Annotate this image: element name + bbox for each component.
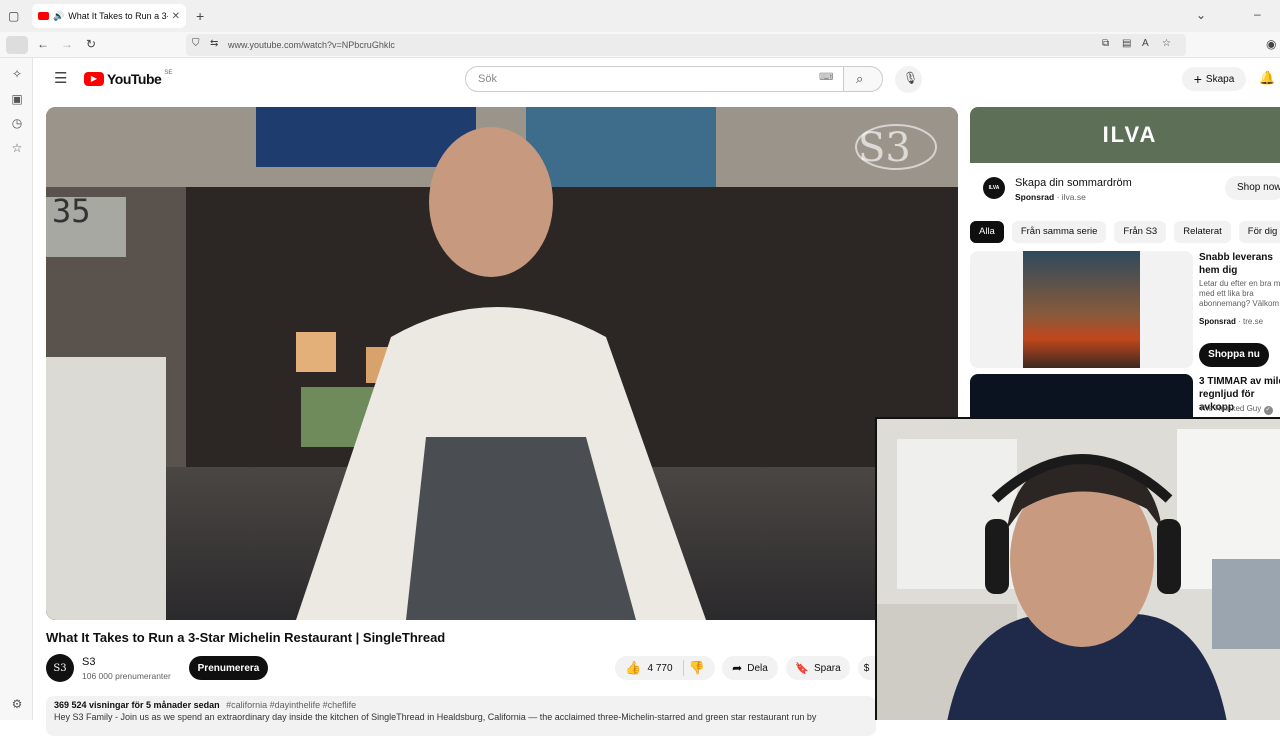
collections-icon[interactable]: ▣ xyxy=(9,91,25,107)
region-code: SE xyxy=(164,70,173,76)
channel-name[interactable]: S3 xyxy=(82,656,95,668)
favorites-icon[interactable]: ☆ xyxy=(9,140,25,156)
subscriber-count: 106 000 prenumeranter xyxy=(82,671,171,681)
ad-sponsor-label: Sponsrad xyxy=(1015,192,1055,202)
tab-title: What It Takes to Run a 3-St xyxy=(68,11,168,21)
webcam-overlay xyxy=(875,417,1280,720)
chip-related[interactable]: Relaterat xyxy=(1174,221,1231,243)
rec-domain-1: tre.se xyxy=(1243,317,1264,326)
url-text: www.youtube.com/watch?v=NPbcruGhklc xyxy=(228,40,395,50)
translate-icon[interactable]: A xyxy=(1142,39,1149,49)
new-tab-icon[interactable]: + xyxy=(196,9,204,23)
create-label: Skapa xyxy=(1205,73,1235,85)
search-input[interactable]: Sök xyxy=(465,66,849,92)
security-shield-icon[interactable]: ⛉ xyxy=(192,39,200,49)
share-arrow-icon: ➦ xyxy=(732,661,743,675)
rec-channel-line-2: The Relaxed Guy ✓ xyxy=(1199,404,1273,415)
rec-channel-2[interactable]: The Relaxed Guy xyxy=(1199,404,1261,413)
subscribe-button[interactable]: Prenumerera xyxy=(189,656,268,680)
youtube-play-logo-icon: ▶ xyxy=(84,72,104,86)
forward-icon[interactable]: → xyxy=(61,38,73,50)
close-tab-icon[interactable]: ✕ xyxy=(172,11,180,22)
keyboard-icon[interactable]: ⌨ xyxy=(819,73,833,83)
ad-logo[interactable]: ILVA xyxy=(983,177,1005,199)
save-label: Spara xyxy=(814,662,841,674)
ad-title[interactable]: Skapa din sommardröm xyxy=(1015,177,1132,189)
views-and-date: 369 524 visningar för 5 månader sedan xyxy=(54,700,220,710)
recommendation-chips: Alla Från samma serie Från S3 Relaterat … xyxy=(970,221,1280,243)
tab-list-chevron-icon[interactable]: ⌄ xyxy=(1196,9,1206,21)
sidebar-toggle-icon[interactable] xyxy=(6,36,28,54)
description-box[interactable]: 369 524 visningar för 5 månader sedan #c… xyxy=(46,696,876,736)
reload-icon[interactable]: ↻ xyxy=(86,38,96,50)
chip-all[interactable]: Alla xyxy=(970,221,1004,243)
wall-clock-digits: 35 xyxy=(52,192,91,230)
browser-tab[interactable]: 🔊 What It Takes to Run a 3-St ✕ xyxy=(32,4,186,28)
video-frame xyxy=(46,107,958,620)
rec-desc-1: Letar du efter en bra m med ett lika bra… xyxy=(1199,279,1280,308)
browser-sidebar: ✧ ▣ ◷ ☆ ⚙ xyxy=(0,58,33,720)
rec-thumbnail-1[interactable] xyxy=(970,251,1193,368)
rec-cta-button-1[interactable]: Shoppa nu xyxy=(1199,343,1269,367)
picture-in-picture-icon[interactable]: ⧉ xyxy=(1102,39,1109,49)
tent-thumbnail-image xyxy=(1023,251,1140,368)
address-bar-row: ← → ↻ ⛉ ⇆ www.youtube.com/watch?v=NPbcru… xyxy=(0,32,1280,58)
ad-banner[interactable]: ILVA xyxy=(970,107,1280,163)
reader-view-icon[interactable]: ▤ xyxy=(1122,39,1131,49)
ad-cta-button[interactable]: Shop now xyxy=(1225,176,1280,200)
plus-icon: + xyxy=(1193,71,1202,87)
microphone-icon: 🎙 xyxy=(903,71,919,85)
bookmark-star-icon[interactable]: ☆ xyxy=(1162,39,1171,49)
back-icon[interactable]: ← xyxy=(37,38,49,50)
tab-strip: ▢ 🔊 What It Takes to Run a 3-St ✕ + ⌄ – xyxy=(0,0,1280,32)
hashtags[interactable]: #california #dayinthelife #cheflife xyxy=(226,700,356,710)
save-button[interactable]: 🔖 Spara xyxy=(786,656,850,680)
video-player[interactable]: S3 35 xyxy=(46,107,958,620)
verified-check-icon: ✓ xyxy=(1263,406,1273,415)
thumbs-down-icon: 👎 xyxy=(688,660,705,675)
rec-sponsor-label-1: Sponsrad xyxy=(1199,317,1236,326)
like-button[interactable]: 👍 4 770 xyxy=(625,660,684,676)
menu-hamburger-icon[interactable]: ☰ xyxy=(54,71,67,86)
thumbs-up-icon: 👍 xyxy=(625,660,642,675)
ad-domain: ilva.se xyxy=(1061,192,1086,202)
ad-sponsor-line: Sponsrad · ilva.se xyxy=(1015,192,1086,202)
currency-icon: $ xyxy=(863,662,870,674)
thanks-button[interactable]: $ xyxy=(858,656,875,680)
dislike-button[interactable]: 👎 xyxy=(689,660,705,676)
channel-watermark: S3 xyxy=(858,125,911,171)
webcam-frame xyxy=(877,419,1280,720)
youtube-logo-text: YouTube xyxy=(107,71,162,87)
channel-avatar[interactable]: S3 xyxy=(46,654,74,682)
like-dislike-group: 👍 4 770 👎 xyxy=(615,656,715,680)
notifications-bell-icon[interactable]: 🔔 xyxy=(1259,71,1275,84)
chip-from-s3[interactable]: Från S3 xyxy=(1114,221,1167,243)
copilot-sparkle-icon[interactable]: ✧ xyxy=(9,66,25,82)
rec-thumbnail-2[interactable] xyxy=(970,374,1193,417)
share-button[interactable]: ➦ Dela xyxy=(722,656,778,680)
minimize-icon[interactable]: – xyxy=(1254,8,1261,20)
rec-title-1[interactable]: Snabb leverans hem dig xyxy=(1199,251,1280,277)
voice-search-button[interactable]: 🎙 xyxy=(895,66,922,93)
youtube-favicon-icon xyxy=(38,12,49,20)
rec-sponsor-line-1: Sponsrad · tre.se xyxy=(1199,317,1264,326)
like-count: 4 770 xyxy=(647,662,673,674)
save-playlist-icon: 🔖 xyxy=(795,662,809,675)
history-icon[interactable]: ◷ xyxy=(9,115,25,131)
search-icon: ⌕ xyxy=(856,71,864,86)
chip-for-you[interactable]: För dig xyxy=(1238,221,1280,243)
share-label: Dela xyxy=(747,662,768,674)
create-button[interactable]: + Skapa xyxy=(1182,67,1246,91)
url-field[interactable]: ⛉ ⇆ www.youtube.com/watch?v=NPbcruGhklc … xyxy=(186,34,1186,56)
site-settings-icon[interactable]: ⇆ xyxy=(210,39,218,49)
search-button[interactable]: ⌕ xyxy=(843,66,883,92)
youtube-logo[interactable]: ▶ YouTube SE xyxy=(84,70,173,87)
video-title: What It Takes to Run a 3-Star Michelin R… xyxy=(46,630,446,645)
description-text: Hey S3 Family - Join us as we spend an e… xyxy=(54,712,817,722)
settings-gear-icon[interactable]: ⚙ xyxy=(9,696,25,712)
speaker-icon[interactable]: 🔊 xyxy=(53,11,64,22)
profile-icon[interactable]: ◉ xyxy=(1266,38,1276,50)
chip-same-series[interactable]: Från samma serie xyxy=(1011,221,1107,243)
tab-manager-icon[interactable]: ▢ xyxy=(8,10,19,22)
